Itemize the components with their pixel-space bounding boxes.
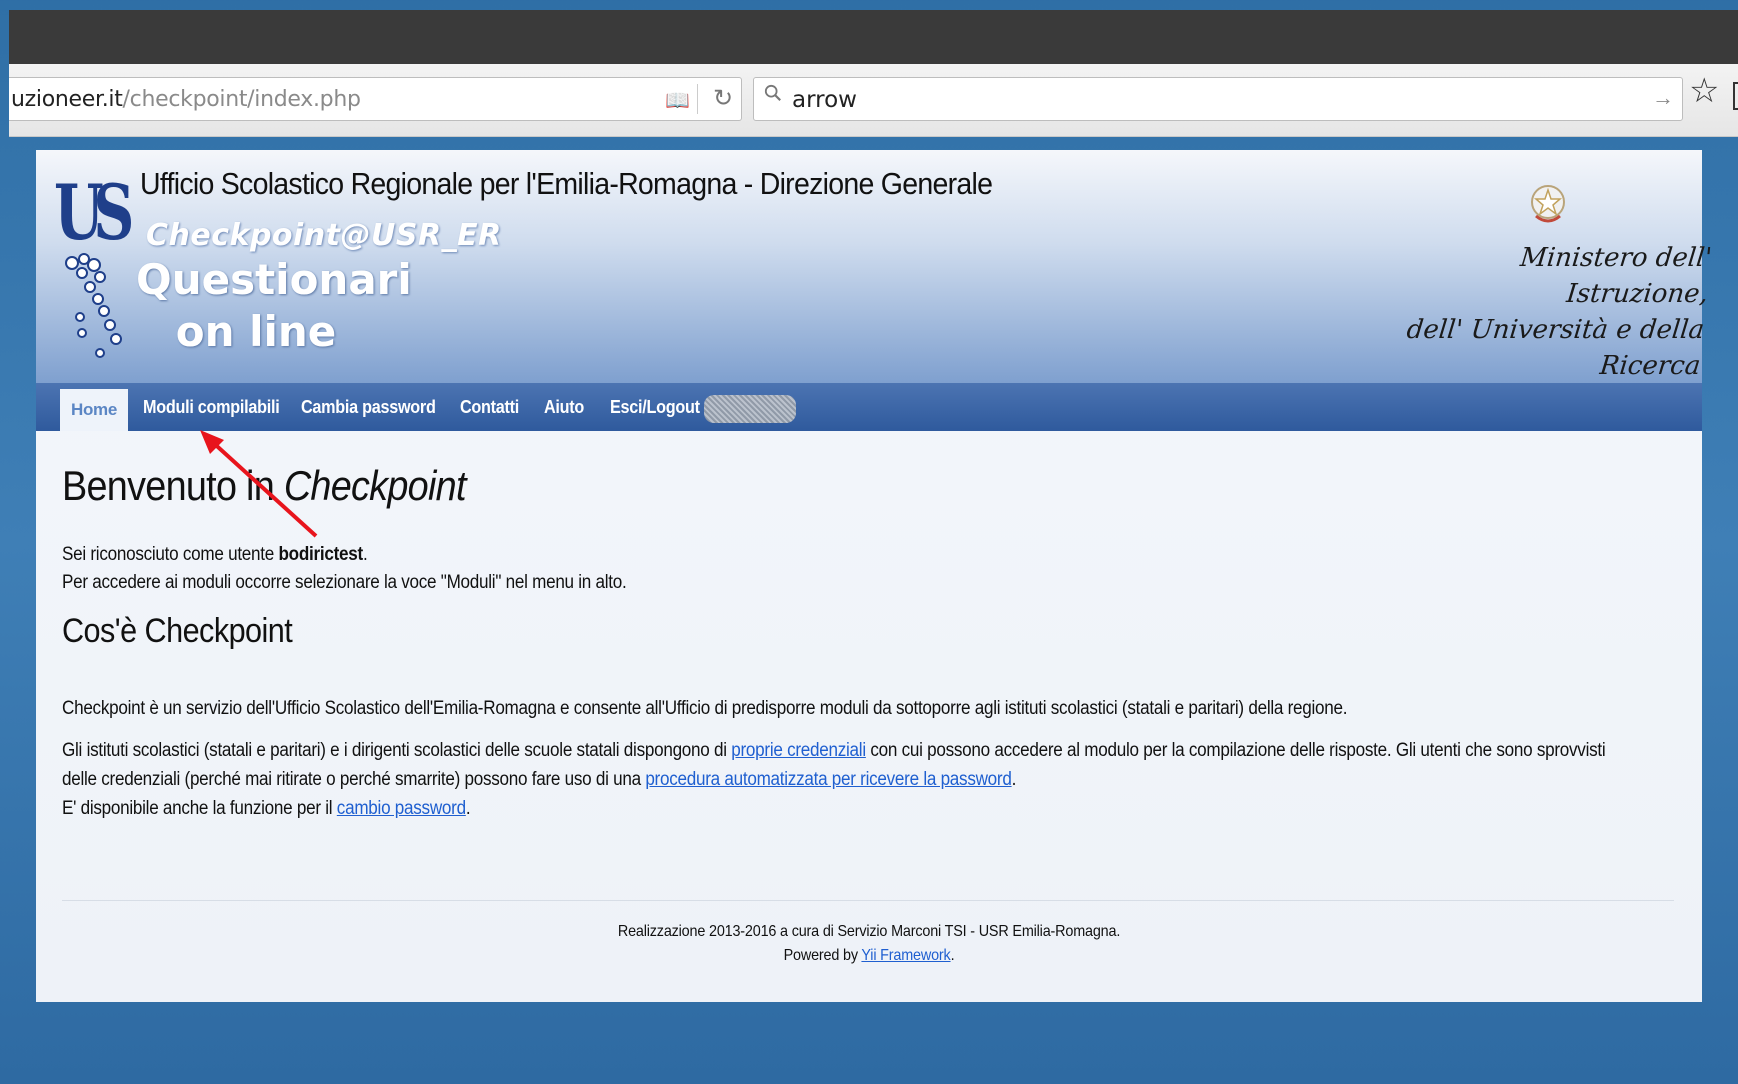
footer-divider [62,900,1674,901]
url-text[interactable]: uzioneer.it/checkpoint/index.php [11,87,361,112]
about-p3-b: . [465,798,471,819]
app-name: Checkpoint@USR_ER [146,218,502,253]
recognized-suffix: . [362,544,368,565]
ministry-line1: Ministero dell' Istruzione, [1518,243,1714,309]
annotation-arrow-icon [200,430,318,538]
about-paragraph-2-line2: delle credenziali (perché mai ritirate o… [62,769,1016,791]
tagline-line1: Questionari [136,255,412,304]
menu-item-logout[interactable]: Esci/Logout [610,383,700,431]
footer-credits: Realizzazione 2013-2016 a cura di Serviz… [617,923,1121,940]
recognized-prefix: Sei riconosciuto come utente [62,544,279,565]
republic-emblem-icon [1531,185,1565,223]
about-p2-d: . [1011,769,1017,790]
about-paragraph-3: E' disponibile anche la funzione per il … [62,798,471,820]
header-banner: US Ufficio Scolastico Regionale per l'Em… [36,150,1713,383]
menu-item-aiuto[interactable]: Aiuto [544,383,584,431]
url-bar[interactable]: uzioneer.it/checkpoint/index.php 📖 ↻ [9,77,742,121]
page-container: US Ufficio Scolastico Regionale per l'Em… [36,150,1713,1002]
password-recovery-link[interactable]: procedura automatizzata per ricevere la … [645,769,1012,790]
main-menu: Home Moduli compilabili Cambia password … [36,383,1702,431]
browser-toolbar: uzioneer.it/checkpoint/index.php 📖 ↻ arr… [9,64,1738,137]
change-password-link[interactable]: cambio password [337,798,466,819]
redacted-username [704,395,796,423]
search-icon [764,84,781,101]
menu-item-contatti[interactable]: Contatti [460,383,519,431]
footer: Realizzazione 2013-2016 a cura di Serviz… [36,920,1702,968]
recognized-user-text: Sei riconosciuto come utente bodirictest… [62,544,368,566]
toolbar-overflow-icon[interactable] [1733,82,1738,110]
yii-framework-link[interactable]: Yii Framework [861,947,950,964]
about-p3-a: E' disponibile anche la funzione per il [62,798,337,819]
about-p2-c: delle credenziali (perché mai ritirate o… [62,769,646,790]
search-input[interactable]: arrow [792,87,857,113]
browser-titlebar [9,10,1738,64]
menu-item-cambia-password[interactable]: Cambia password [301,383,436,431]
org-title: Ufficio Scolastico Regionale per l'Emili… [140,166,993,201]
about-paragraph-1: Checkpoint è un servizio dell'Ufficio Sc… [62,698,1348,719]
usr-logo: US [54,168,134,257]
menu-item-home[interactable]: Home [60,389,129,431]
url-path: /checkpoint/index.php [122,87,361,112]
about-p2-b: con cui possono accedere al modulo per l… [865,740,1606,761]
about-p2-a: Gli istituti scolastici (statali e parit… [62,740,732,761]
search-bar[interactable]: arrow → [753,77,1683,121]
access-instructions: Per accedere ai moduli occorre seleziona… [62,572,627,593]
go-arrow-icon[interactable]: → [1652,85,1674,111]
app-tagline: Questionari on line [136,254,412,358]
ministry-name: Ministero dell' Istruzione, dell' Univer… [1398,240,1713,384]
footer-powered-by: Powered by Yii Framework. [119,944,1618,968]
tagline-line2: on line [175,307,337,356]
ministry-line2: dell' Università e della Ricerca [1405,315,1706,381]
reload-icon[interactable]: ↻ [713,84,733,113]
powered-prefix: Powered by [783,947,862,964]
credentials-link[interactable]: proprie credenziali [731,740,866,761]
username: bodirictest [278,544,363,565]
menu-item-moduli-compilabili[interactable]: Moduli compilabili [143,383,280,431]
bookmark-star-icon[interactable]: ☆ [1689,74,1719,108]
italy-map-logo-icon [65,253,122,358]
about-heading: Cos'è Checkpoint [62,612,293,650]
about-paragraph-2-line1: Gli istituti scolastici (statali e parit… [62,740,1606,762]
url-separator [697,84,698,114]
url-domain: uzioneer.it [11,87,123,112]
powered-suffix: . [950,947,955,964]
reader-view-icon[interactable]: 📖 [665,88,690,112]
